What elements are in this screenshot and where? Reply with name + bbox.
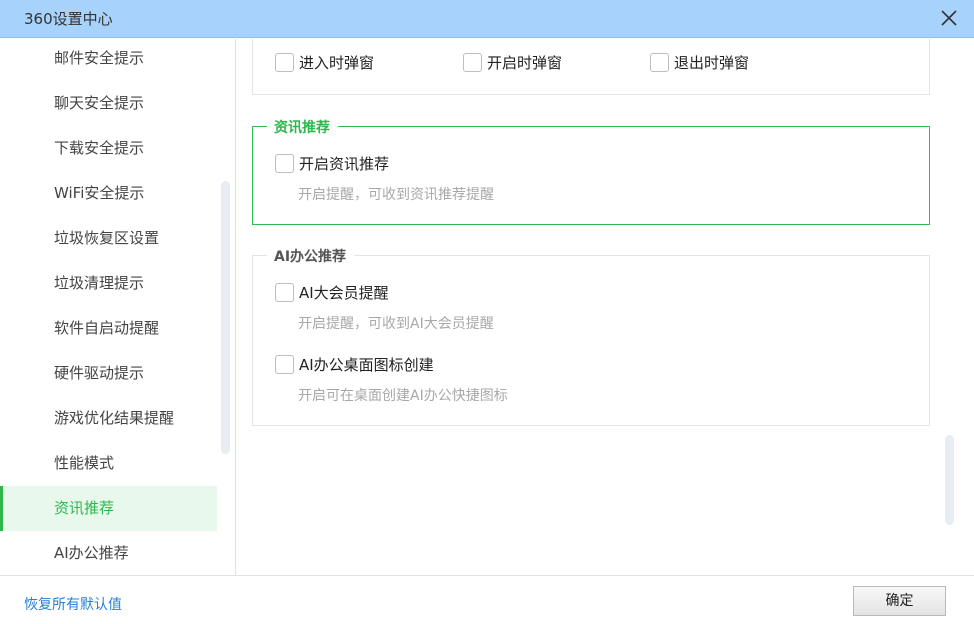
sidebar-item-ai-office[interactable]: AI办公推荐 (0, 531, 217, 575)
ai-office-section: AI办公推荐 AI大会员提醒 开启提醒，可收到AI大会员提醒 AI办公桌面图标创… (252, 246, 930, 426)
checkbox-square[interactable] (275, 154, 294, 173)
ai-vip-hint: 开启提醒，可收到AI大会员提醒 (298, 316, 494, 332)
checkbox-square[interactable] (275, 283, 294, 302)
sidebar: 邮件安全提示 聊天安全提示 下载安全提示 WiFi安全提示 垃圾恢复区设置 垃圾… (0, 39, 236, 575)
sidebar-item-cleanup-tips[interactable]: 垃圾清理提示 (0, 261, 217, 306)
news-recommend-label: 开启资讯推荐 (299, 155, 390, 173)
sidebar-item-recycle-settings[interactable]: 垃圾恢复区设置 (0, 216, 217, 261)
sidebar-item-performance[interactable]: 性能模式 (0, 441, 217, 486)
ai-desktop-icon-label: AI办公桌面图标创建 (299, 356, 434, 374)
ai-desktop-icon-hint: 开启可在桌面创建AI办公快捷图标 (298, 388, 508, 404)
checkbox-square[interactable] (275, 355, 294, 374)
start-popup-label: 开启时弹窗 (487, 54, 563, 72)
popup-section: 进入时弹窗 开启时弹窗 退出时弹窗 (252, 39, 930, 95)
news-section: 资讯推荐 开启资讯推荐 开启提醒，可收到资讯推荐提醒 (252, 117, 930, 225)
window-title: 360设置中心 (24, 10, 113, 28)
settings-panel: 进入时弹窗 开启时弹窗 退出时弹窗 资讯推荐 开启资讯推荐 开启提醒，可收到资讯… (237, 39, 974, 575)
ai-office-section-title: AI办公推荐 (267, 246, 355, 266)
sidebar-scrollbar[interactable] (221, 181, 230, 454)
start-popup-checkbox[interactable]: 开启时弹窗 (463, 52, 562, 73)
checkbox-square[interactable] (650, 53, 669, 72)
ai-desktop-icon-checkbox[interactable]: AI办公桌面图标创建 (275, 354, 434, 375)
exit-popup-label: 退出时弹窗 (674, 54, 750, 72)
ai-vip-checkbox[interactable]: AI大会员提醒 (275, 282, 389, 303)
sidebar-item-autostart[interactable]: 软件自启动提醒 (0, 306, 217, 351)
checkbox-square[interactable] (275, 53, 294, 72)
sidebar-item-chat-security[interactable]: 聊天安全提示 (0, 81, 217, 126)
footer: 恢复所有默认值 确定 (0, 575, 974, 624)
enter-popup-label: 进入时弹窗 (299, 54, 375, 72)
sidebar-item-download-security[interactable]: 下载安全提示 (0, 126, 217, 171)
sidebar-item-mail-security[interactable]: 邮件安全提示 (0, 39, 217, 81)
restore-defaults-link[interactable]: 恢复所有默认值 (24, 594, 122, 614)
confirm-button[interactable]: 确定 (853, 586, 946, 616)
main-scrollbar[interactable] (945, 435, 954, 525)
news-recommend-hint: 开启提醒，可收到资讯推荐提醒 (298, 187, 494, 203)
sidebar-item-driver-tips[interactable]: 硬件驱动提示 (0, 351, 217, 396)
close-icon[interactable] (938, 7, 960, 29)
news-recommend-checkbox[interactable]: 开启资讯推荐 (275, 153, 389, 174)
enter-popup-checkbox[interactable]: 进入时弹窗 (275, 52, 374, 73)
checkbox-square[interactable] (463, 53, 482, 72)
title-bar: 360设置中心 (0, 0, 974, 38)
news-section-title: 资讯推荐 (267, 117, 338, 137)
sidebar-item-wifi-security[interactable]: WiFi安全提示 (0, 171, 217, 216)
exit-popup-checkbox[interactable]: 退出时弹窗 (650, 52, 749, 73)
sidebar-item-game-optimize[interactable]: 游戏优化结果提醒 (0, 396, 217, 441)
ai-vip-label: AI大会员提醒 (299, 284, 389, 302)
sidebar-item-news[interactable]: 资讯推荐 (0, 486, 217, 531)
